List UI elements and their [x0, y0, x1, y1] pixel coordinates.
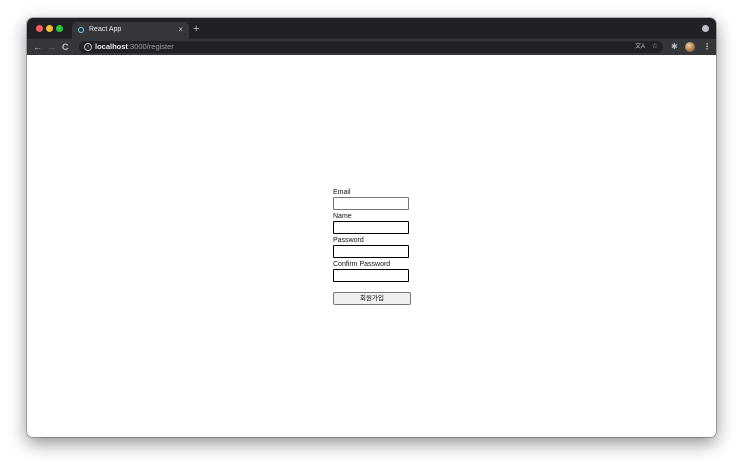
info-icon[interactable]: i	[84, 43, 92, 51]
url-path: :3000/register	[127, 42, 174, 51]
profile-avatar[interactable]	[685, 42, 695, 52]
email-field[interactable]	[333, 197, 409, 210]
tab-close-icon[interactable]: ×	[178, 24, 183, 36]
url-host: localhost	[95, 42, 128, 51]
password-field[interactable]	[333, 245, 409, 258]
minimize-window-button[interactable]	[46, 25, 53, 32]
confirm-password-field[interactable]	[333, 269, 409, 282]
address-url[interactable]: localhost:3000/register	[95, 42, 174, 52]
reload-button[interactable]: C	[62, 41, 69, 53]
password-label: Password	[333, 237, 364, 244]
back-button[interactable]: ←	[33, 41, 42, 53]
name-label: Name	[333, 213, 352, 220]
translate-icon[interactable]: 文A	[635, 42, 645, 52]
register-form: Email Name Password Confirm Password 회원가…	[333, 188, 413, 305]
register-button[interactable]: 회원가입	[333, 292, 411, 305]
maximize-window-button[interactable]	[56, 25, 63, 32]
tab-title: React App	[89, 26, 122, 33]
new-tab-button[interactable]: +	[193, 22, 199, 36]
tab-strip: React App × +	[27, 18, 716, 39]
extensions-puzzle-icon[interactable]: ✱	[671, 41, 678, 53]
media-control-icon[interactable]	[702, 25, 709, 32]
react-icon	[78, 27, 84, 33]
browser-window: React App × + ← → C i localhost:3000/reg…	[27, 18, 716, 437]
bookmark-star-icon[interactable]: ☆	[652, 42, 658, 52]
address-bar[interactable]: i localhost:3000/register 文A ☆	[79, 41, 663, 53]
confirm-password-label: Confirm Password	[333, 261, 391, 268]
browser-toolbar: ← → C i localhost:3000/register 文A ☆ ✱ ⋮	[27, 39, 716, 55]
forward-button[interactable]: →	[47, 41, 56, 53]
tab-react-app[interactable]: React App ×	[72, 22, 189, 39]
name-field[interactable]	[333, 221, 409, 234]
menu-kebab-icon[interactable]: ⋮	[703, 41, 711, 53]
page-viewport: Email Name Password Confirm Password 회원가…	[27, 55, 716, 437]
email-label: Email	[333, 189, 351, 196]
close-window-button[interactable]	[36, 25, 43, 32]
